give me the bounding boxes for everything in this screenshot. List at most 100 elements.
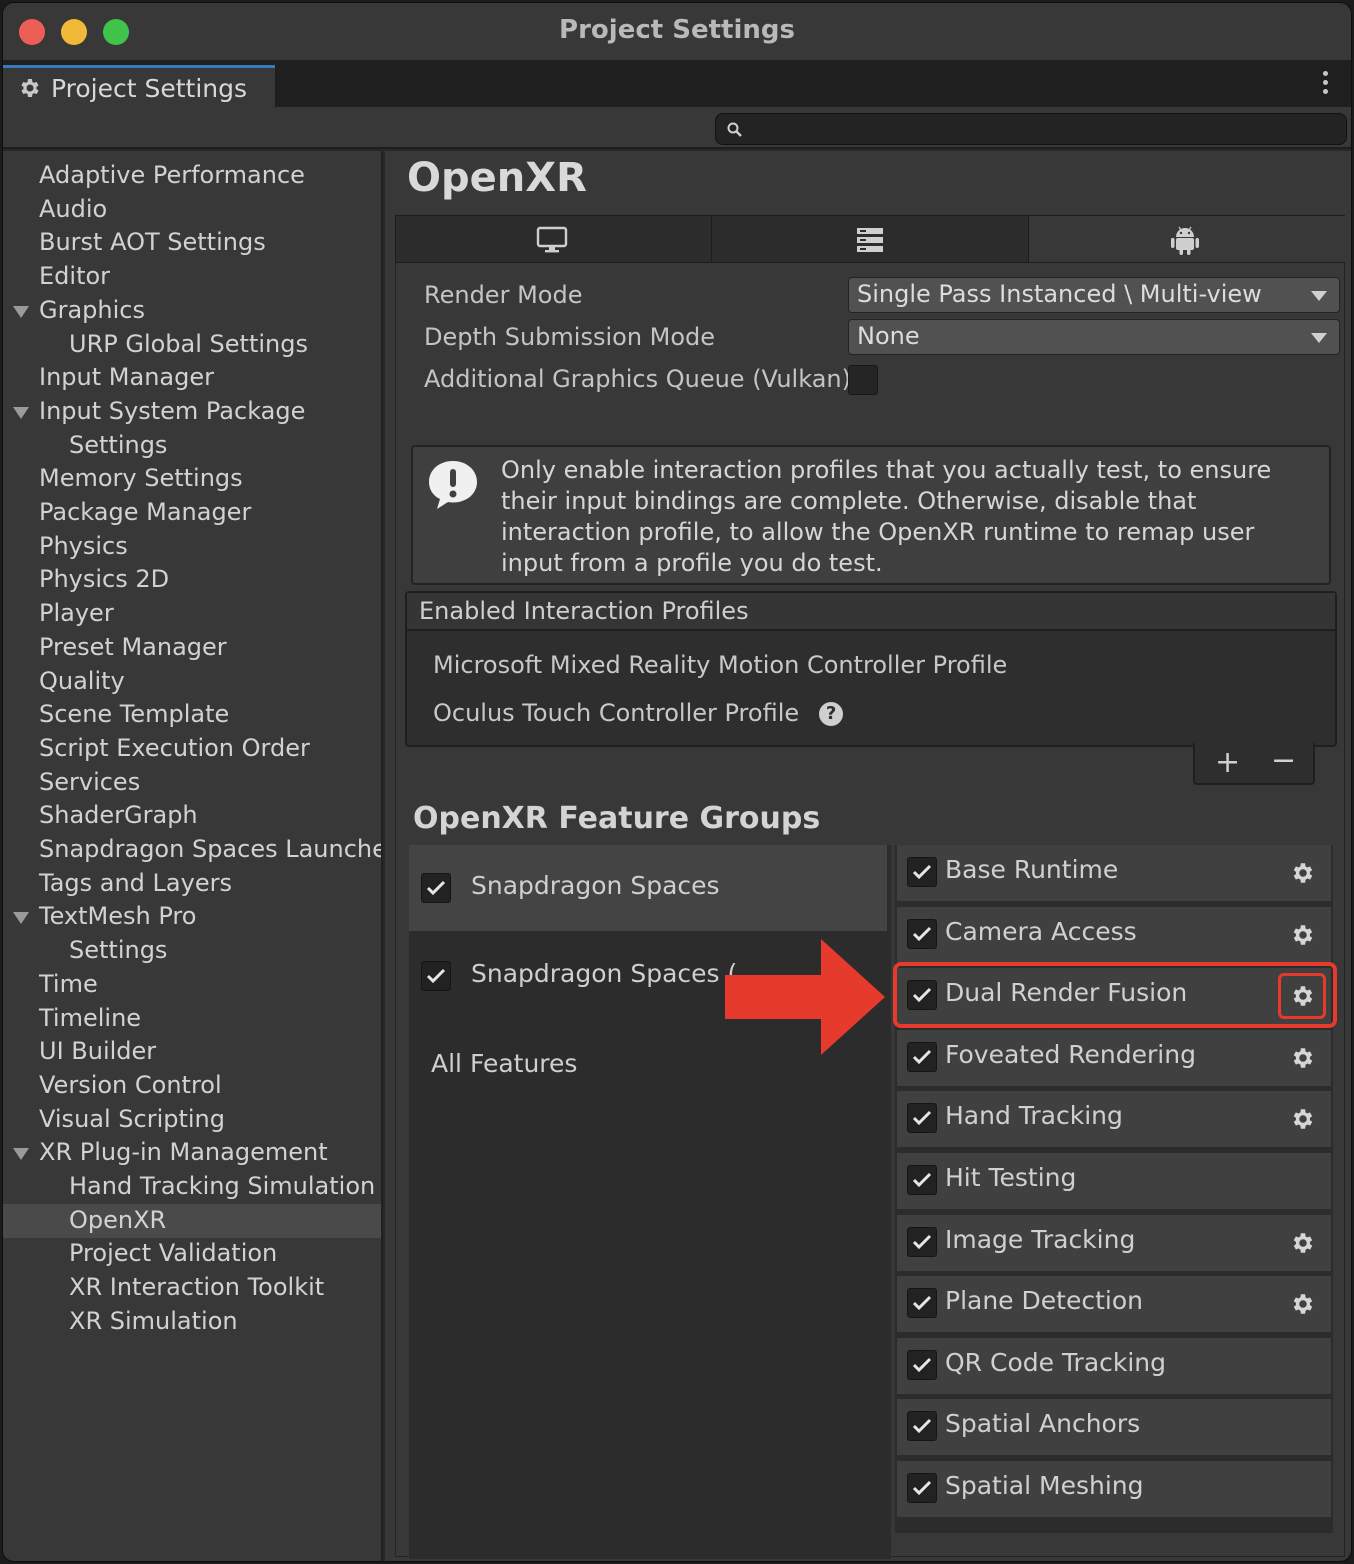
sidebar-item[interactable]: XR Simulation	[3, 1305, 381, 1339]
remove-profile-button[interactable]: −	[1271, 743, 1296, 778]
sidebar-item[interactable]: XR Plug-in Management	[3, 1136, 381, 1170]
sidebar-item[interactable]: Settings	[3, 934, 381, 968]
feature-row[interactable]: Spatial Anchors	[897, 1399, 1331, 1456]
feature-checkbox[interactable]	[907, 857, 937, 887]
sidebar-item[interactable]: Physics	[3, 530, 381, 564]
sidebar-item[interactable]: Hand Tracking Simulation	[3, 1170, 381, 1204]
sidebar-item[interactable]: Physics 2D	[3, 563, 381, 597]
more-options-icon[interactable]	[1321, 71, 1329, 97]
gear-icon[interactable]	[1289, 982, 1317, 1010]
feature-checkbox[interactable]	[907, 1226, 937, 1257]
sidebar-item-label: Tags and Layers	[39, 868, 232, 897]
feature-row[interactable]: Hit Testing	[897, 1153, 1331, 1209]
sidebar-item-label: Input Manager	[39, 363, 214, 392]
feature-row[interactable]: Camera Access	[897, 906, 1331, 963]
sidebar-item[interactable]: Preset Manager	[3, 631, 381, 665]
sidebar-item[interactable]: Player	[3, 597, 381, 631]
gear-icon[interactable]	[1289, 859, 1317, 887]
sidebar-item[interactable]: XR Interaction Toolkit	[3, 1271, 381, 1305]
sidebar-item-label: Adaptive Performance	[39, 161, 305, 189]
android-icon	[1171, 226, 1199, 255]
feature-row[interactable]: Plane Detection	[897, 1276, 1331, 1333]
all-features-item[interactable]: All Features	[431, 1049, 577, 1078]
expand-triangle-icon[interactable]	[13, 912, 29, 925]
sidebar-item[interactable]: Project Validation	[3, 1237, 381, 1271]
gear-icon[interactable]	[1289, 1290, 1317, 1318]
profiles-footer: + −	[1193, 743, 1315, 785]
list-item[interactable]: Oculus Touch Controller Profile?	[433, 699, 844, 727]
expand-triangle-icon[interactable]	[13, 305, 29, 318]
group-checkbox[interactable]	[421, 961, 451, 991]
sidebar-item-label: UI Builder	[39, 1037, 157, 1066]
sidebar-item[interactable]: URP Global Settings	[3, 328, 381, 362]
sidebar-item[interactable]: Version Control	[3, 1069, 381, 1103]
sidebar-item[interactable]: UI Builder	[3, 1035, 381, 1069]
feature-checkbox[interactable]	[907, 1103, 937, 1134]
sidebar-item[interactable]: Scene Template	[3, 698, 381, 732]
group-checkbox[interactable]	[421, 873, 451, 903]
sidebar-item[interactable]: Editor	[3, 260, 381, 294]
group-row-snapdragon-spaces[interactable]: Snapdragon Spaces	[409, 845, 887, 931]
gear-icon[interactable]	[1289, 1044, 1317, 1072]
feature-row[interactable]: Dual Render Fusion	[897, 968, 1331, 1025]
feature-row[interactable]: Image Tracking	[897, 1214, 1331, 1271]
sidebar-item[interactable]: Snapdragon Spaces Launche	[3, 833, 381, 867]
render-mode-dropdown[interactable]: Single Pass Instanced \ Multi-view	[848, 277, 1340, 313]
feature-row[interactable]: QR Code Tracking	[897, 1337, 1331, 1394]
sidebar-item[interactable]: Package Manager	[3, 496, 381, 530]
tab-project-settings[interactable]: Project Settings	[3, 65, 275, 107]
sidebar-item[interactable]: TextMesh Pro	[3, 900, 381, 934]
sidebar-item-label: URP Global Settings	[69, 329, 308, 358]
search-input[interactable]	[715, 113, 1347, 145]
feature-checkbox[interactable]	[907, 1041, 937, 1072]
checkmark-icon	[912, 926, 932, 941]
sidebar-item-label: OpenXR	[69, 1205, 167, 1234]
expand-triangle-icon[interactable]	[13, 1148, 29, 1161]
tab-android[interactable]	[1029, 216, 1345, 262]
sidebar-item[interactable]: Settings	[3, 429, 381, 463]
feature-row[interactable]: Foveated Rendering	[897, 1029, 1331, 1086]
checkmark-icon	[912, 1296, 932, 1311]
feature-checkbox[interactable]	[907, 1473, 937, 1503]
feature-checkbox[interactable]	[907, 980, 937, 1011]
tab-desktop[interactable]	[396, 216, 712, 262]
sidebar-item[interactable]: Tags and Layers	[3, 867, 381, 901]
sidebar-item[interactable]: ShaderGraph	[3, 799, 381, 833]
depth-submission-dropdown[interactable]: None	[848, 319, 1340, 355]
sidebar-item[interactable]: Memory Settings	[3, 462, 381, 496]
expand-triangle-icon[interactable]	[13, 406, 29, 419]
sidebar-item[interactable]: Burst AOT Settings	[3, 226, 381, 260]
feature-row[interactable]: Hand Tracking	[897, 1091, 1331, 1148]
graphics-queue-checkbox[interactable]	[848, 365, 878, 395]
sidebar-item[interactable]: Timeline	[3, 1002, 381, 1036]
sidebar-item[interactable]: Time	[3, 968, 381, 1002]
add-profile-button[interactable]: +	[1215, 745, 1240, 780]
sidebar-item[interactable]: Input Manager	[3, 361, 381, 395]
help-icon[interactable]: ?	[819, 702, 844, 726]
desktop-icon	[536, 226, 568, 253]
feature-row[interactable]: Spatial Meshing	[897, 1461, 1331, 1517]
sidebar-item[interactable]: Services	[3, 766, 381, 800]
sidebar-item-label: Timeline	[39, 1003, 142, 1032]
group-label: Snapdragon Spaces	[471, 871, 720, 900]
feature-checkbox[interactable]	[907, 918, 937, 949]
sidebar-item[interactable]: Adaptive Performance	[3, 159, 381, 193]
gear-icon[interactable]	[1289, 1105, 1317, 1133]
feature-checkbox[interactable]	[907, 1165, 937, 1195]
sidebar-item[interactable]: Quality	[3, 665, 381, 699]
gear-icon[interactable]	[1289, 921, 1317, 949]
sidebar-item[interactable]: Script Execution Order	[3, 732, 381, 766]
gear-icon[interactable]	[1289, 1229, 1317, 1257]
sidebar-item[interactable]: Audio	[3, 193, 381, 227]
feature-checkbox[interactable]	[907, 1349, 937, 1380]
feature-checkbox[interactable]	[907, 1288, 937, 1319]
feature-checkbox[interactable]	[907, 1411, 937, 1442]
sidebar-item-label: Audio	[39, 194, 108, 223]
sidebar-item[interactable]: Visual Scripting	[3, 1103, 381, 1137]
sidebar-item[interactable]: Graphics	[3, 294, 381, 328]
tab-server[interactable]	[712, 216, 1029, 262]
list-item[interactable]: Microsoft Mixed Reality Motion Controlle…	[433, 651, 1007, 679]
feature-row[interactable]: Base Runtime	[897, 845, 1331, 901]
sidebar-item[interactable]: OpenXR	[3, 1203, 381, 1238]
sidebar-item[interactable]: Input System Package	[3, 395, 381, 429]
